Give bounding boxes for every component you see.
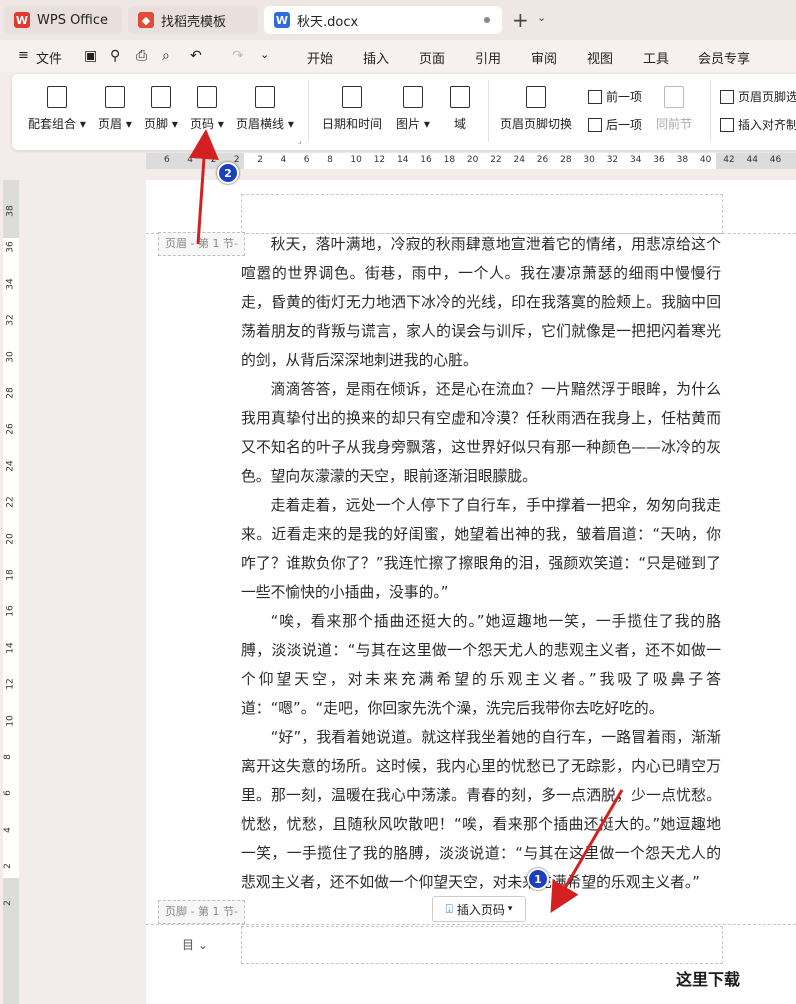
arrow-to-page-number — [188, 129, 219, 245]
watermark-logo: 这里下载 — [676, 970, 741, 989]
annotation-arrows — [188, 129, 624, 913]
step-badge-2: 2 — [217, 162, 239, 184]
arrow-to-insert-page-number — [550, 789, 624, 913]
step-badge-1: 1 — [527, 868, 549, 890]
